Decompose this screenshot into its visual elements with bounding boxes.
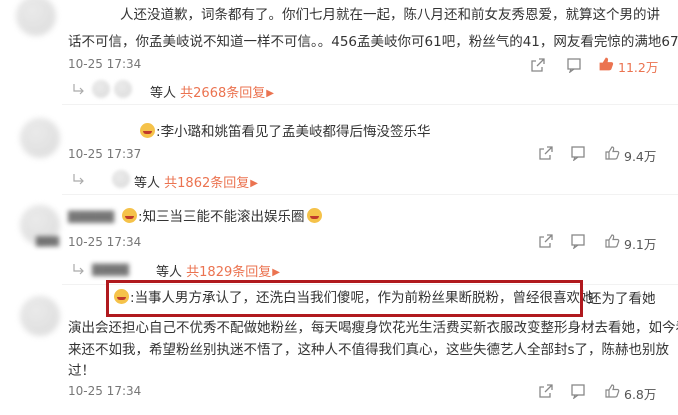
reply-arrow-icon [73, 84, 84, 95]
reply-summary[interactable]: 等人 共2668条回复▶ [150, 82, 274, 101]
comment-text: 还为了看她 [588, 291, 656, 307]
avatar[interactable] [114, 80, 132, 98]
like-icon[interactable] [604, 233, 620, 249]
like-icon[interactable] [604, 383, 620, 399]
chevron-right-icon: ▶ [250, 178, 258, 189]
comment-icon[interactable] [566, 57, 582, 73]
avatar[interactable] [112, 170, 130, 188]
emoji-icon [122, 208, 137, 223]
avatar[interactable] [20, 296, 60, 336]
reply-prefix: 等人 [156, 265, 183, 280]
comment-text: 话不可信，你孟美岐说不知道一样不可信。。456孟美岐你可61吧，粉丝气的41，网… [68, 34, 678, 50]
highlight-box [106, 280, 583, 317]
reply-prefix: 等人 [150, 86, 177, 101]
comment-text: 来还不如我，希望粉丝别执迷不悟了，这种人不值得我们真心，这些失德艺人全部封s了，… [68, 342, 670, 358]
reply-summary[interactable]: 等人 共1862条回复▶ [134, 172, 258, 191]
like-count: 9.4万 [624, 149, 657, 164]
comment-time: 10-25 17:34 [68, 235, 142, 249]
reply-prefix: 等人 [134, 176, 161, 191]
like-count: 11.2万 [618, 60, 659, 75]
like-count: 6.8万 [624, 387, 657, 402]
share-icon[interactable] [530, 57, 546, 73]
reply-count[interactable]: 共2668条回复 [180, 86, 265, 101]
username-blurred: ▇▇▇ [36, 236, 60, 247]
comment-text: 过！ [68, 363, 95, 379]
sweat-emoji-icon [306, 208, 322, 223]
like-icon[interactable] [598, 56, 614, 72]
comment-time: 10-25 17:34 [68, 57, 142, 71]
divider [62, 104, 678, 105]
like-icon[interactable] [604, 145, 620, 161]
avatar[interactable] [16, 0, 56, 36]
avatar[interactable] [20, 118, 60, 158]
comment-text: :李小璐和姚笛看见了孟美岐都得后悔没签乐华 [140, 122, 431, 143]
share-icon[interactable] [538, 145, 554, 161]
comment-time: 10-25 17:34 [68, 384, 142, 398]
divider [62, 194, 678, 195]
reply-count[interactable]: 共1862条回复 [164, 176, 249, 191]
comment-text: :知三当三能不能滚出娱乐圈 [122, 207, 323, 228]
comment-text: 人还没道歉，词条都有了。你们七月就在一起，陈八月还和前女友秀恩爱，就算这个男的讲 [120, 7, 660, 23]
reply-arrow-icon [73, 174, 84, 185]
avatar[interactable] [92, 80, 110, 98]
chevron-right-icon: ▶ [272, 267, 280, 278]
comment-text: 演出会还担心自己不优秀不配做她粉丝，每天喝瘦身饮花光生活费买新衣服改变整形身材去… [68, 320, 678, 336]
reply-user-blurred: ▇▇▇▇ [92, 262, 129, 276]
reply-arrow-icon [73, 264, 84, 275]
comment-icon[interactable] [570, 383, 586, 399]
emoji-icon [140, 123, 155, 138]
comment-icon[interactable] [570, 145, 586, 161]
comment-icon[interactable] [570, 233, 586, 249]
chevron-right-icon: ▶ [266, 88, 274, 99]
username-blurred: ▇▇▇▇▇ [68, 209, 115, 223]
like-count: 9.1万 [624, 237, 657, 252]
share-icon[interactable] [538, 383, 554, 399]
reply-count[interactable]: 共1829条回复 [186, 265, 271, 280]
comment-time: 10-25 17:37 [68, 147, 142, 161]
reply-summary[interactable]: 等人 共1829条回复▶ [156, 261, 280, 280]
share-icon[interactable] [538, 233, 554, 249]
